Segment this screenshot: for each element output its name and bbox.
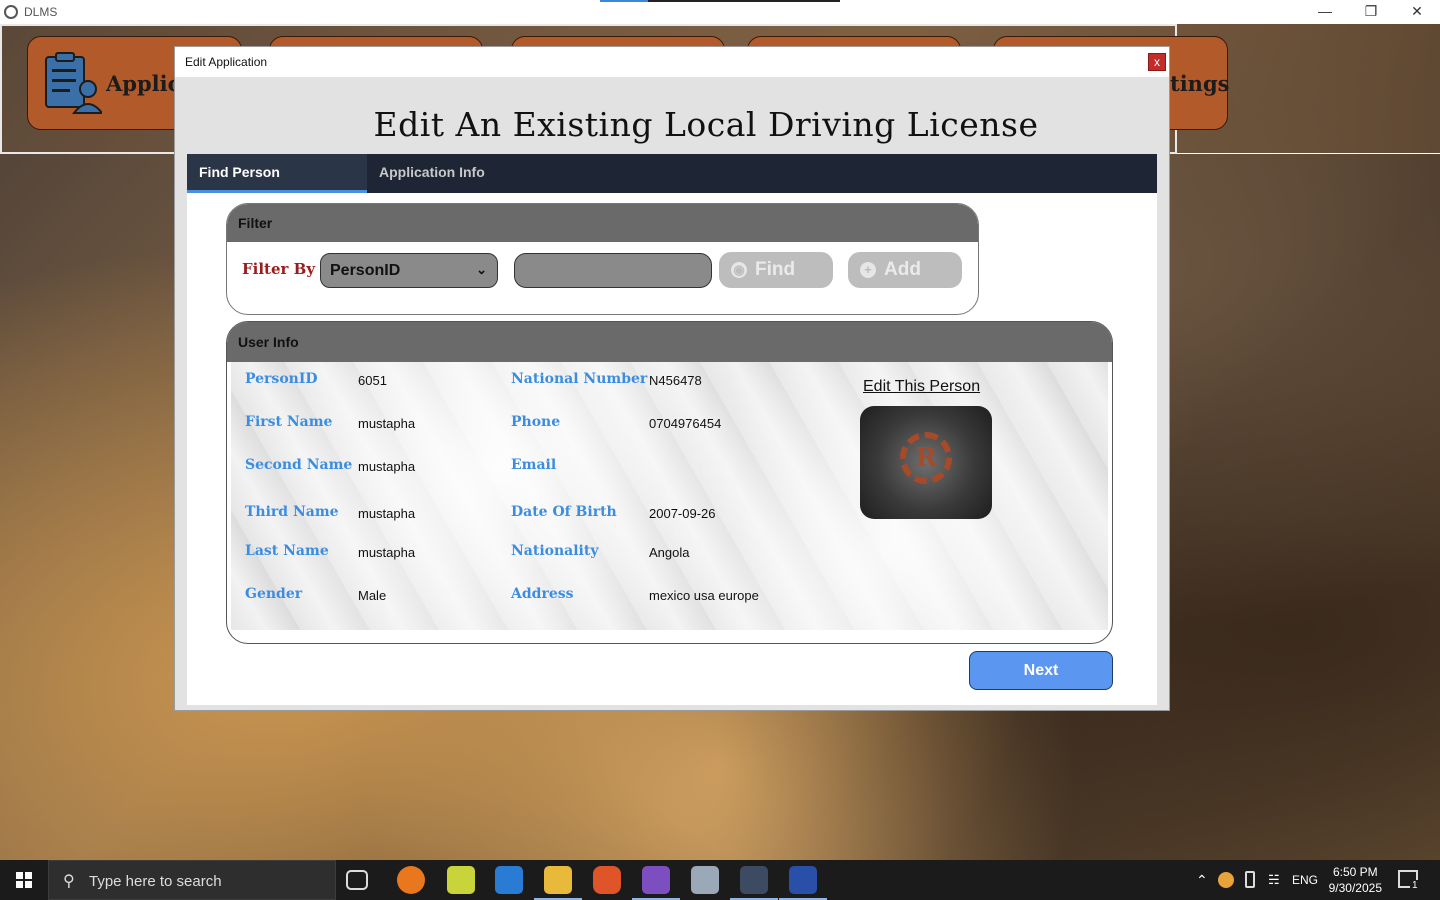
filter-group: Filter Filter By PersonID ⌄ ◉ Find + Add (226, 203, 979, 315)
address-value: mexico usa europe (649, 588, 759, 603)
phone-label: Phone (511, 414, 561, 430)
language-indicator[interactable]: ENG (1292, 873, 1318, 887)
national-number-label: National Number (511, 371, 648, 387)
brave-browser-icon[interactable] (593, 866, 621, 894)
second-name-value: mustapha (358, 459, 416, 474)
filter-by-selected-value: PersonID (330, 262, 401, 279)
avatar: R (860, 406, 992, 519)
minimize-button[interactable]: — (1302, 0, 1348, 24)
filter-by-select[interactable]: PersonID ⌄ (320, 253, 498, 288)
phone-value: 0704976454 (649, 416, 722, 431)
filter-by-label: Filter By (242, 260, 316, 278)
filter-group-title: Filter (227, 204, 978, 242)
visual-studio-icon[interactable] (632, 866, 680, 900)
search-icon: ⚲ (63, 873, 75, 890)
plus-circle-icon: + (860, 262, 876, 278)
find-person-panel: Filter Filter By PersonID ⌄ ◉ Find + Add… (187, 193, 1157, 705)
dialog-titlebar: Edit Application x (175, 47, 1169, 77)
filter-value-input[interactable] (514, 253, 712, 288)
restore-button[interactable]: ❐ (1348, 0, 1394, 24)
taskbar-clock[interactable]: 6:50 PM 9/30/2025 (1329, 864, 1382, 896)
last-name-label: Last Name (245, 543, 329, 559)
vscode-icon[interactable] (495, 866, 523, 894)
person-card: PersonID 6051 First Name mustapha Second… (231, 362, 1108, 630)
gender-value: Male (358, 588, 387, 603)
taskbar-progress-indicator (600, 0, 840, 2)
gender-label: Gender (245, 586, 303, 602)
chevron-up-icon[interactable]: ⌃ (1196, 872, 1208, 889)
first-name-label: First Name (245, 414, 333, 430)
edit-person-link[interactable]: Edit This Person (863, 378, 980, 396)
add-person-button[interactable]: + Add (848, 252, 962, 288)
third-name-value: mustapha (358, 506, 416, 521)
date-of-birth-value: 2007-09-26 (649, 506, 716, 521)
battery-icon[interactable] (1245, 871, 1255, 888)
first-name-value: mustapha (358, 416, 416, 431)
file-explorer-icon[interactable] (534, 866, 582, 900)
taskbar-search[interactable]: ⚲ Type here to search (48, 860, 336, 900)
snipping-scissors-icon[interactable] (779, 866, 827, 900)
chevron-down-icon: ⌄ (476, 262, 487, 277)
nationality-label: Nationality (511, 543, 599, 559)
add-button-label: Add (884, 259, 921, 280)
notification-count-badge: 1 (1410, 880, 1420, 891)
wifi-icon[interactable]: ☵ (1268, 872, 1280, 888)
windows-logo-icon (16, 872, 32, 888)
dialog-close-button[interactable]: x (1148, 53, 1166, 71)
second-name-label: Second Name (245, 457, 353, 473)
tab-application-info[interactable]: Application Info (367, 154, 547, 193)
dialog-title: Edit Application (185, 55, 268, 69)
search-placeholder: Type here to search (89, 873, 222, 890)
task-view-icon[interactable] (346, 870, 368, 890)
address-label: Address (511, 586, 574, 602)
tab-bar: Find Person Application Info (187, 154, 1157, 193)
window-title: DLMS (24, 5, 58, 19)
start-button[interactable] (0, 860, 48, 900)
snip-tool-icon[interactable] (447, 866, 475, 894)
last-name-value: mustapha (358, 545, 416, 560)
edit-application-dialog: Edit Application x Edit An Existing Loca… (174, 46, 1170, 711)
find-button[interactable]: ◉ Find (719, 252, 833, 288)
photos-icon[interactable] (691, 866, 719, 894)
clock-time: 6:50 PM (1332, 865, 1378, 879)
tab-find-person[interactable]: Find Person (187, 154, 367, 193)
national-number-value: N456478 (649, 373, 702, 388)
email-label: Email (511, 457, 557, 473)
clipboard-user-icon (45, 52, 102, 114)
settings-menu-label: tings (1170, 71, 1230, 96)
window-titlebar: DLMS — ❐ ✕ (0, 0, 1440, 24)
user-info-group-title: User Info (227, 322, 1112, 362)
nationality-value: Angola (649, 545, 690, 560)
person-id-value: 6051 (358, 373, 387, 388)
next-button[interactable]: Next (969, 651, 1113, 690)
dlms-app-icon[interactable] (730, 866, 778, 900)
date-of-birth-label: Date Of Birth (511, 504, 617, 520)
user-info-group: User Info PersonID 6051 First Name musta… (226, 321, 1113, 644)
find-button-label: Find (755, 259, 796, 280)
page-title: Edit An Existing Local Driving License (373, 105, 1039, 144)
person-id-label: PersonID (245, 371, 318, 387)
sublime-text-icon[interactable] (397, 866, 425, 894)
rust-logo-icon: R (900, 432, 952, 484)
third-name-label: Third Name (245, 504, 339, 520)
clock-date: 9/30/2025 (1328, 881, 1382, 895)
cloud-status-icon[interactable] (1218, 872, 1234, 888)
app-logo-icon (4, 5, 18, 19)
taskbar: ⚲ Type here to search ⌃ ☵ ENG 6:50 PM 9/… (0, 860, 1440, 900)
eye-icon: ◉ (731, 262, 747, 278)
close-window-button[interactable]: ✕ (1394, 0, 1440, 24)
